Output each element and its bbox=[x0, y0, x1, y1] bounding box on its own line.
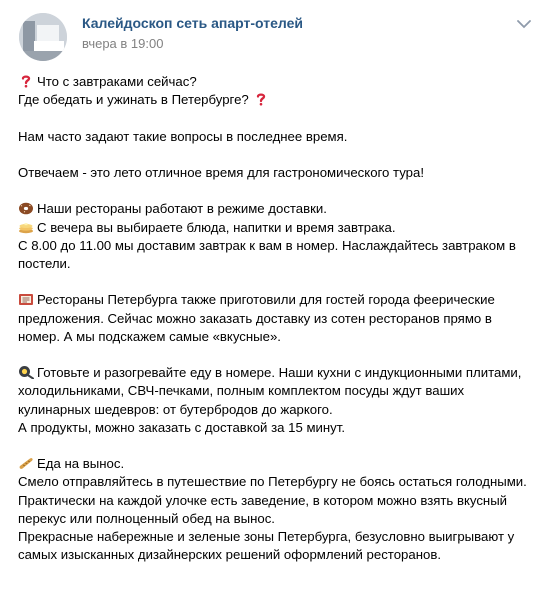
chevron-down-icon[interactable] bbox=[514, 14, 534, 34]
post-line-text: С 8.00 до 11.00 мы доставим завтрак к ва… bbox=[18, 237, 516, 253]
post-line: номер. А мы подскажем самые «вкусные». bbox=[18, 328, 534, 346]
post-line: самых изысканных дизайнерских решений оф… bbox=[18, 546, 534, 564]
post-line-text: Еда на вынос. bbox=[37, 456, 125, 472]
post-line: Нам часто задают такие вопросы в последн… bbox=[18, 128, 534, 146]
post-line: Еда на вынос. bbox=[18, 455, 534, 473]
post-line-text: Отвечаем - это лето отличное время для г… bbox=[18, 164, 425, 180]
post-line: предложения. Сейчас можно заказать доста… bbox=[18, 310, 534, 328]
post-line: холодильниками, СВЧ-печками, полным комп… bbox=[18, 382, 534, 400]
post-line-text: Наши рестораны работают в режиме доставк… bbox=[37, 201, 327, 217]
post-line: Готовьте и разогревайте еду в номере. На… bbox=[18, 364, 534, 382]
post-line: Рестораны Петербурга также приготовили д… bbox=[18, 291, 534, 309]
menu-sign-icon bbox=[18, 292, 34, 306]
pancakes-icon bbox=[18, 220, 34, 234]
post-line-text: Практически на каждой улочке есть заведе… bbox=[18, 492, 508, 508]
post-header: Калейдоскоп сеть апарт-отелей вчера в 19… bbox=[0, 0, 546, 70]
post-line: Что с завтраками сейчас? bbox=[18, 73, 534, 91]
post-line: Наши рестораны работают в режиме доставк… bbox=[18, 200, 534, 218]
post-line: кулинарных шедевров: от бутербродов до ж… bbox=[18, 401, 534, 419]
post-card: Калейдоскоп сеть апарт-отелей вчера в 19… bbox=[0, 0, 546, 593]
post-line: Практически на каждой улочке есть заведе… bbox=[18, 492, 534, 510]
post-line-text: Нам часто задают такие вопросы в последн… bbox=[18, 128, 348, 144]
post-line-text: Прекрасные набережные и зеленые зоны Пет… bbox=[18, 528, 515, 544]
post-line: Смело отправляйтесь в путешествие по Пет… bbox=[18, 473, 534, 491]
frying-pan-icon bbox=[18, 365, 34, 380]
post-line-text: С вечера вы выбираете блюда, напитки и в… bbox=[37, 219, 396, 235]
post-line: С вечера вы выбираете блюда, напитки и в… bbox=[18, 219, 534, 237]
post-time[interactable]: вчера в 19:00 bbox=[82, 36, 163, 51]
post-line-text: кулинарных шедевров: от бутербродов до ж… bbox=[18, 401, 333, 417]
baguette-icon bbox=[18, 456, 34, 470]
post-line: Где обедать и ужинать в Петербурге? bbox=[18, 91, 534, 109]
post-line-text: Что с завтраками сейчас? bbox=[37, 74, 197, 89]
post-line-text: номер. А мы подскажем самые «вкусные». bbox=[18, 328, 281, 344]
post-text: Что с завтраками сейчас? Где обедать и уж… bbox=[18, 73, 534, 564]
post-line-text: А продукты, можно заказать с доставкой з… bbox=[18, 419, 346, 435]
question-mark-icon bbox=[253, 92, 269, 106]
post-line-text: Рестораны Петербурга также приготовили д… bbox=[37, 292, 495, 308]
post-line: А продукты, можно заказать с доставкой з… bbox=[18, 419, 534, 437]
post-line-text: постели. bbox=[18, 255, 71, 271]
post-line-text: холодильниками, СВЧ-печками, полным комп… bbox=[18, 383, 465, 399]
post-line: Прекрасные набережные и зеленые зоны Пет… bbox=[18, 528, 534, 546]
donut-icon bbox=[18, 201, 34, 215]
avatar[interactable] bbox=[19, 13, 67, 61]
question-mark-icon bbox=[18, 74, 34, 88]
post-line-text: перекус или полноценный обед на вынос. bbox=[18, 510, 275, 526]
post-line-text: Где обедать и ужинать в Петербурге? bbox=[18, 92, 249, 108]
post-line: перекус или полноценный обед на вынос. bbox=[18, 510, 534, 528]
post-author[interactable]: Калейдоскоп сеть апарт-отелей bbox=[82, 15, 303, 31]
post-line-text: Смело отправляйтесь в путешествие по Пет… bbox=[18, 474, 527, 490]
post-line-text: Готовьте и разогревайте еду в номере. На… bbox=[37, 365, 522, 381]
post-line: Отвечаем - это лето отличное время для г… bbox=[18, 164, 534, 182]
post-line: С 8.00 до 11.00 мы доставим завтрак к ва… bbox=[18, 237, 534, 255]
post-line: постели. bbox=[18, 255, 534, 273]
post-line-text: предложения. Сейчас можно заказать доста… bbox=[18, 310, 492, 326]
post-line-text: самых изысканных дизайнерских решений оф… bbox=[18, 547, 441, 563]
